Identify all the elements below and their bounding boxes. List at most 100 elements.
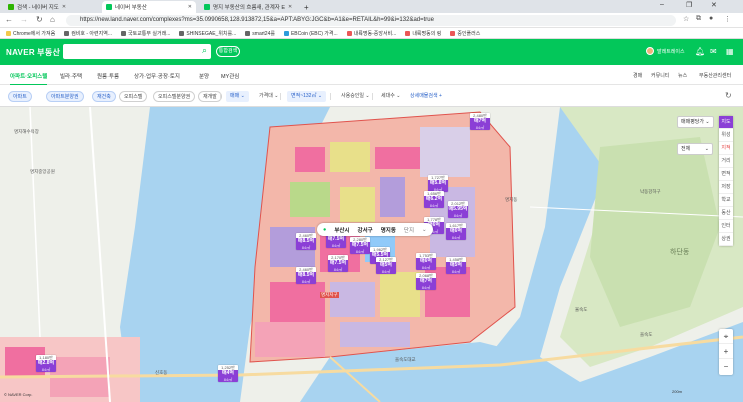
new-tab-button[interactable]: +	[300, 1, 310, 13]
menu-presale[interactable]: 분양	[199, 72, 209, 80]
map-control-button[interactable]: 저장	[719, 181, 733, 194]
map-control-button[interactable]: 위성	[719, 129, 733, 142]
map-control-button[interactable]: 거리	[719, 155, 733, 168]
integrated-search-button[interactable]: 통합검색	[216, 46, 240, 57]
menu-villa[interactable]: 빌라·주택	[60, 72, 82, 80]
bookmark-item[interactable]: 컴비호 - 아련지역...	[64, 30, 112, 37]
filter-dropdown[interactable]: 면적~132㎡ ⌄	[287, 91, 327, 102]
map-canvas[interactable]: 명지해수욕장 명지중앙공원 하단동 율숙도 을숙도대교 신호동 을숙도 낙동강하…	[0, 107, 743, 402]
menu-news[interactable]: 뉴스	[678, 72, 687, 79]
naver-logo[interactable]: NAVER 부동산	[6, 47, 60, 58]
price-pin[interactable]: 1,727만 매5.8억 84㎡	[428, 175, 448, 192]
bell-icon[interactable]: 🔔︎	[695, 47, 705, 56]
menu-center[interactable]: 부동산관리센터	[699, 72, 731, 79]
bookmark-label: EBCoin (EBC) 가격...	[290, 30, 338, 37]
locate-icon[interactable]: ⌖	[719, 329, 733, 344]
price-pin[interactable]: 2,280만 매7.5억 84㎡	[350, 237, 370, 254]
location-dong[interactable]: 명지동	[381, 226, 396, 234]
price-pin[interactable]: 2,480만 매7억 84㎡	[470, 113, 490, 130]
filter-dropdown[interactable]: 세대수 ⌄	[377, 91, 404, 102]
filter-dropdown[interactable]: 매매 ⌄	[226, 91, 249, 102]
map-type-select[interactable]: 매매평당가 ⌄	[677, 116, 714, 128]
filter-divider	[280, 93, 281, 100]
filter-chip[interactable]: 오피스텔	[119, 91, 148, 102]
price-pin[interactable]: 1,252만 매4억 84㎡	[218, 365, 238, 382]
close-icon[interactable]: ✕	[62, 4, 66, 10]
map-control-button[interactable]: 면적	[719, 168, 733, 181]
bookmark-item[interactable]: SHINSEGAE_위치를...	[179, 30, 236, 37]
tab-naver-land[interactable]: 네이버 부동산 ✕	[102, 1, 196, 13]
extensions-icon[interactable]: ⧉	[696, 15, 701, 23]
reload-icon[interactable]: ↻	[36, 15, 43, 24]
minimize-icon[interactable]: –	[660, 1, 664, 8]
bookmark-item[interactable]: EBCoin (EBC) 가격...	[283, 30, 338, 37]
bookmark-item[interactable]: 국토교통부 실거래...	[121, 30, 170, 37]
refresh-icon[interactable]: ↻	[725, 91, 732, 100]
detail-search-link[interactable]: 상세매물검색 +	[410, 91, 442, 102]
price-pin[interactable]: 1,617만 매6억 84㎡	[446, 223, 466, 240]
map-control-button[interactable]: 상권	[719, 233, 733, 246]
menu-auction[interactable]: 경매	[633, 72, 642, 79]
price-pin[interactable]: 1,753만 매6억 84㎡	[416, 253, 436, 270]
filter-chip[interactable]: 재건축	[92, 91, 116, 102]
filter-chip[interactable]: 아파트분양권	[46, 91, 84, 102]
map-control-button[interactable]: 지도	[719, 116, 733, 129]
tab-blog[interactable]: 명지 부동산의 흐름새, 관계자 E ✕	[200, 1, 296, 13]
profile-icon[interactable]: ●	[709, 15, 713, 22]
filter-chip[interactable]: 재개발	[198, 91, 222, 102]
price-pin[interactable]: 2,460만 매8.5억 84㎡	[296, 233, 316, 250]
map-control-button[interactable]: 학교	[719, 194, 733, 207]
mail-icon[interactable]: ✉	[710, 47, 717, 56]
tab-naver-map[interactable]: 검색 - 네이버 지도 ✕	[4, 1, 66, 13]
menu-icon[interactable]: ⋮	[724, 15, 731, 23]
price-pin[interactable]: 1,656만 매6.2억 84㎡	[424, 191, 444, 208]
menu-oneroom[interactable]: 원룸·투룸	[97, 72, 119, 80]
menu-my[interactable]: MY관심	[221, 72, 239, 80]
home-icon[interactable]: ⌂	[50, 15, 55, 24]
price-pin[interactable]: 2,170만 매7.5억 84㎡	[328, 255, 348, 272]
price-pin[interactable]: 1,458만 매5억 84㎡	[446, 257, 466, 274]
price-pin[interactable]: 2,460만 매8.5억 84㎡	[296, 267, 316, 284]
forward-icon[interactable]: →	[20, 15, 28, 24]
price-pin[interactable]: 1,180만 매2.8억 84㎡	[36, 355, 56, 372]
zoom-in-button[interactable]: +	[719, 344, 733, 359]
scope-select[interactable]: 전체 ⌄	[677, 143, 713, 155]
location-selector[interactable]: ● 부산시 강서구 명지동 단지 ⌄	[317, 223, 433, 236]
filter-dropdown[interactable]: 가격대 ⌄	[255, 91, 282, 102]
search-icon[interactable]: ⌕	[202, 45, 207, 56]
filter-chip[interactable]: 오피스텔분양권	[153, 91, 196, 102]
bookmark-item[interactable]: 내륙명동-중앙서비...	[346, 30, 396, 37]
price-pin[interactable]: 2,012만 매5.95억 84㎡	[448, 201, 468, 218]
pin-area: 84㎡	[350, 249, 370, 254]
map-control-button[interactable]: 지적	[719, 142, 733, 155]
location-district[interactable]: 강서구	[358, 226, 373, 234]
bookmark-item[interactable]: 내륙명동의 링	[405, 30, 441, 37]
bookmark-item[interactable]: Chrome에서 가져옴	[6, 30, 55, 37]
tab-label: 검색 - 네이버 지도	[17, 5, 59, 11]
filter-chip[interactable]: 아파트	[8, 91, 32, 102]
menu-commercial[interactable]: 상가·업무·공장·토지	[134, 72, 180, 80]
url-field[interactable]: https://new.land.naver.com/complexes?ms=…	[66, 15, 676, 26]
grid-icon[interactable]: ▦	[726, 47, 734, 56]
maximize-icon[interactable]: ❐	[686, 1, 692, 9]
bookmark-item[interactable]: smart24를	[245, 30, 275, 37]
bookmark-star-icon[interactable]: ☆	[683, 15, 689, 23]
location-city[interactable]: 부산시	[334, 226, 349, 234]
filter-dropdown[interactable]: 사용승인일 ⌄	[337, 91, 374, 102]
close-icon[interactable]: ✕	[288, 4, 292, 10]
location-unit[interactable]: 단지	[404, 226, 414, 234]
map-control-button[interactable]: 인터	[719, 220, 733, 233]
pin-area: 84㎡	[470, 125, 490, 130]
menu-apartment[interactable]: 아파트·오피스텔	[10, 72, 48, 86]
map-control-button[interactable]: 동산	[719, 207, 733, 220]
bookmark-item[interactable]: 중인플러스	[450, 30, 480, 37]
back-icon[interactable]: ←	[5, 15, 13, 24]
price-pin[interactable]: 2,127만 매5억 84㎡	[376, 257, 396, 274]
zoom-out-button[interactable]: −	[719, 359, 733, 374]
close-window-icon[interactable]: ✕	[711, 1, 717, 9]
close-icon[interactable]: ✕	[188, 4, 192, 10]
user-menu[interactable]: 발레트레이스	[646, 47, 685, 55]
price-pin[interactable]: 2,068만 매7억 84㎡	[416, 273, 436, 290]
menu-community[interactable]: 커뮤니티	[651, 72, 669, 79]
search-input[interactable]: ⌕	[63, 44, 211, 59]
